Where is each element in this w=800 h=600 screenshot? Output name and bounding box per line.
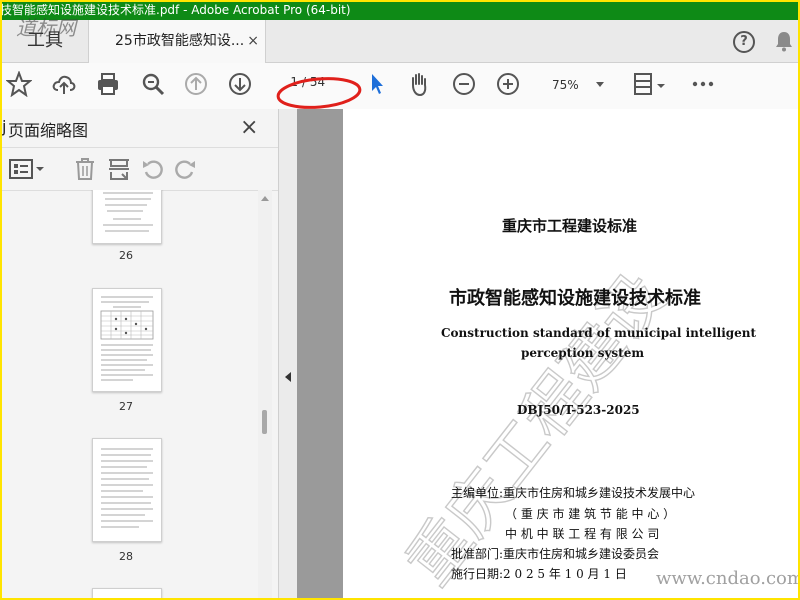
thumbnail-options-icon[interactable] <box>6 156 46 182</box>
thumbnail-page-26[interactable] <box>92 190 162 244</box>
close-tab-icon[interactable]: × <box>247 20 259 62</box>
help-icon[interactable]: ? <box>733 31 755 53</box>
page-up-icon[interactable] <box>183 71 209 97</box>
standard-header: 重庆市工程建设标准 <box>502 217 638 235</box>
close-panel-icon[interactable]: × <box>240 115 258 140</box>
effective-date-line: 施行日期:2 0 2 5 年 1 0 月 1 日 <box>451 567 627 581</box>
zoom-out-icon[interactable] <box>451 71 477 97</box>
site-logo-watermark: 道标网 <box>16 16 76 40</box>
page-down-icon[interactable] <box>227 71 253 97</box>
thumbnail-panel: j页面缩略图 × 26 27 28 <box>2 109 279 598</box>
site-url-watermark: www.cndao.com <box>656 568 798 589</box>
panel-title: j页面缩略图 <box>2 117 89 140</box>
rotate-left-icon[interactable] <box>140 156 166 182</box>
editor-line-3: 中 机 中 联 工 程 有 限 公 司 <box>505 527 660 541</box>
zoom-search-icon[interactable] <box>140 71 166 97</box>
document-title-en-1: Construction standard of municipal intel… <box>441 326 757 340</box>
document-title-en-2: perception system <box>521 346 645 360</box>
standard-code: DBJ50/T-523-2025 <box>517 403 640 417</box>
tab-document[interactable]: 25市政智能感知设... × <box>88 20 266 63</box>
document-page: 重庆工程建设 重庆市工程建设标准 市政智能感知设施建设技术标准 Construc… <box>343 109 798 598</box>
thumbnail-page-29[interactable] <box>92 588 162 598</box>
thumbnail-page-27[interactable] <box>92 288 162 392</box>
tab-document-label: 25市政智能感知设... <box>115 33 245 49</box>
hand-icon[interactable] <box>406 71 432 97</box>
star-icon[interactable] <box>5 70 33 98</box>
tab-bar: 工具 25市政智能感知设... × ? <box>2 20 798 63</box>
cloud-upload-icon[interactable] <box>51 71 77 97</box>
chevron-down-icon[interactable] <box>596 82 604 87</box>
page-gutter <box>297 109 343 598</box>
rotate-right-icon[interactable] <box>172 156 198 182</box>
document-area: 重庆工程建设 重庆市工程建设标准 市政智能感知设施建设技术标准 Construc… <box>279 109 798 598</box>
print-icon[interactable] <box>95 71 121 97</box>
chevron-left-icon[interactable] <box>285 372 291 382</box>
fit-page-icon[interactable] <box>632 71 666 97</box>
delete-icon[interactable] <box>72 156 98 182</box>
thumbnail-list: 26 27 28 <box>2 190 258 598</box>
select-arrow-icon[interactable] <box>364 71 390 97</box>
toolbar: 1 / 54 75% <box>2 63 798 110</box>
thumbnail-label: 28 <box>119 550 133 563</box>
app-window: 技智能感知设施建设技术标准.pdf - Adobe Acrobat Pro (6… <box>2 2 798 598</box>
editor-line-1: 主编单位:重庆市住房和城乡建设技术发展中心 <box>451 486 696 500</box>
approval-line: 批准部门:重庆市住房和城乡建设委员会 <box>451 547 660 561</box>
insert-page-icon[interactable] <box>106 156 132 182</box>
thumbnail-toolbar <box>2 147 278 191</box>
annotation-ellipse <box>276 77 362 109</box>
thumbnail-scrollbar[interactable] <box>258 190 272 598</box>
zoom-in-icon[interactable] <box>495 71 521 97</box>
thumbnail-label: 26 <box>119 249 133 262</box>
thumbnail-page-28[interactable] <box>92 438 162 542</box>
more-icon[interactable] <box>690 71 716 97</box>
bell-icon[interactable] <box>774 30 794 52</box>
editor-line-2: （ 重 庆 市 建 筑 节 能 中 心 ） <box>505 507 676 521</box>
document-title-cn: 市政智能感知设施建设技术标准 <box>449 288 701 309</box>
scrollbar-thumb[interactable] <box>262 410 267 434</box>
thumbnail-label: 27 <box>119 400 133 413</box>
scroll-up-icon[interactable] <box>261 196 269 201</box>
title-bar: 技智能感知设施建设技术标准.pdf - Adobe Acrobat Pro (6… <box>2 2 798 20</box>
panel-collapse-strip[interactable] <box>279 109 297 598</box>
